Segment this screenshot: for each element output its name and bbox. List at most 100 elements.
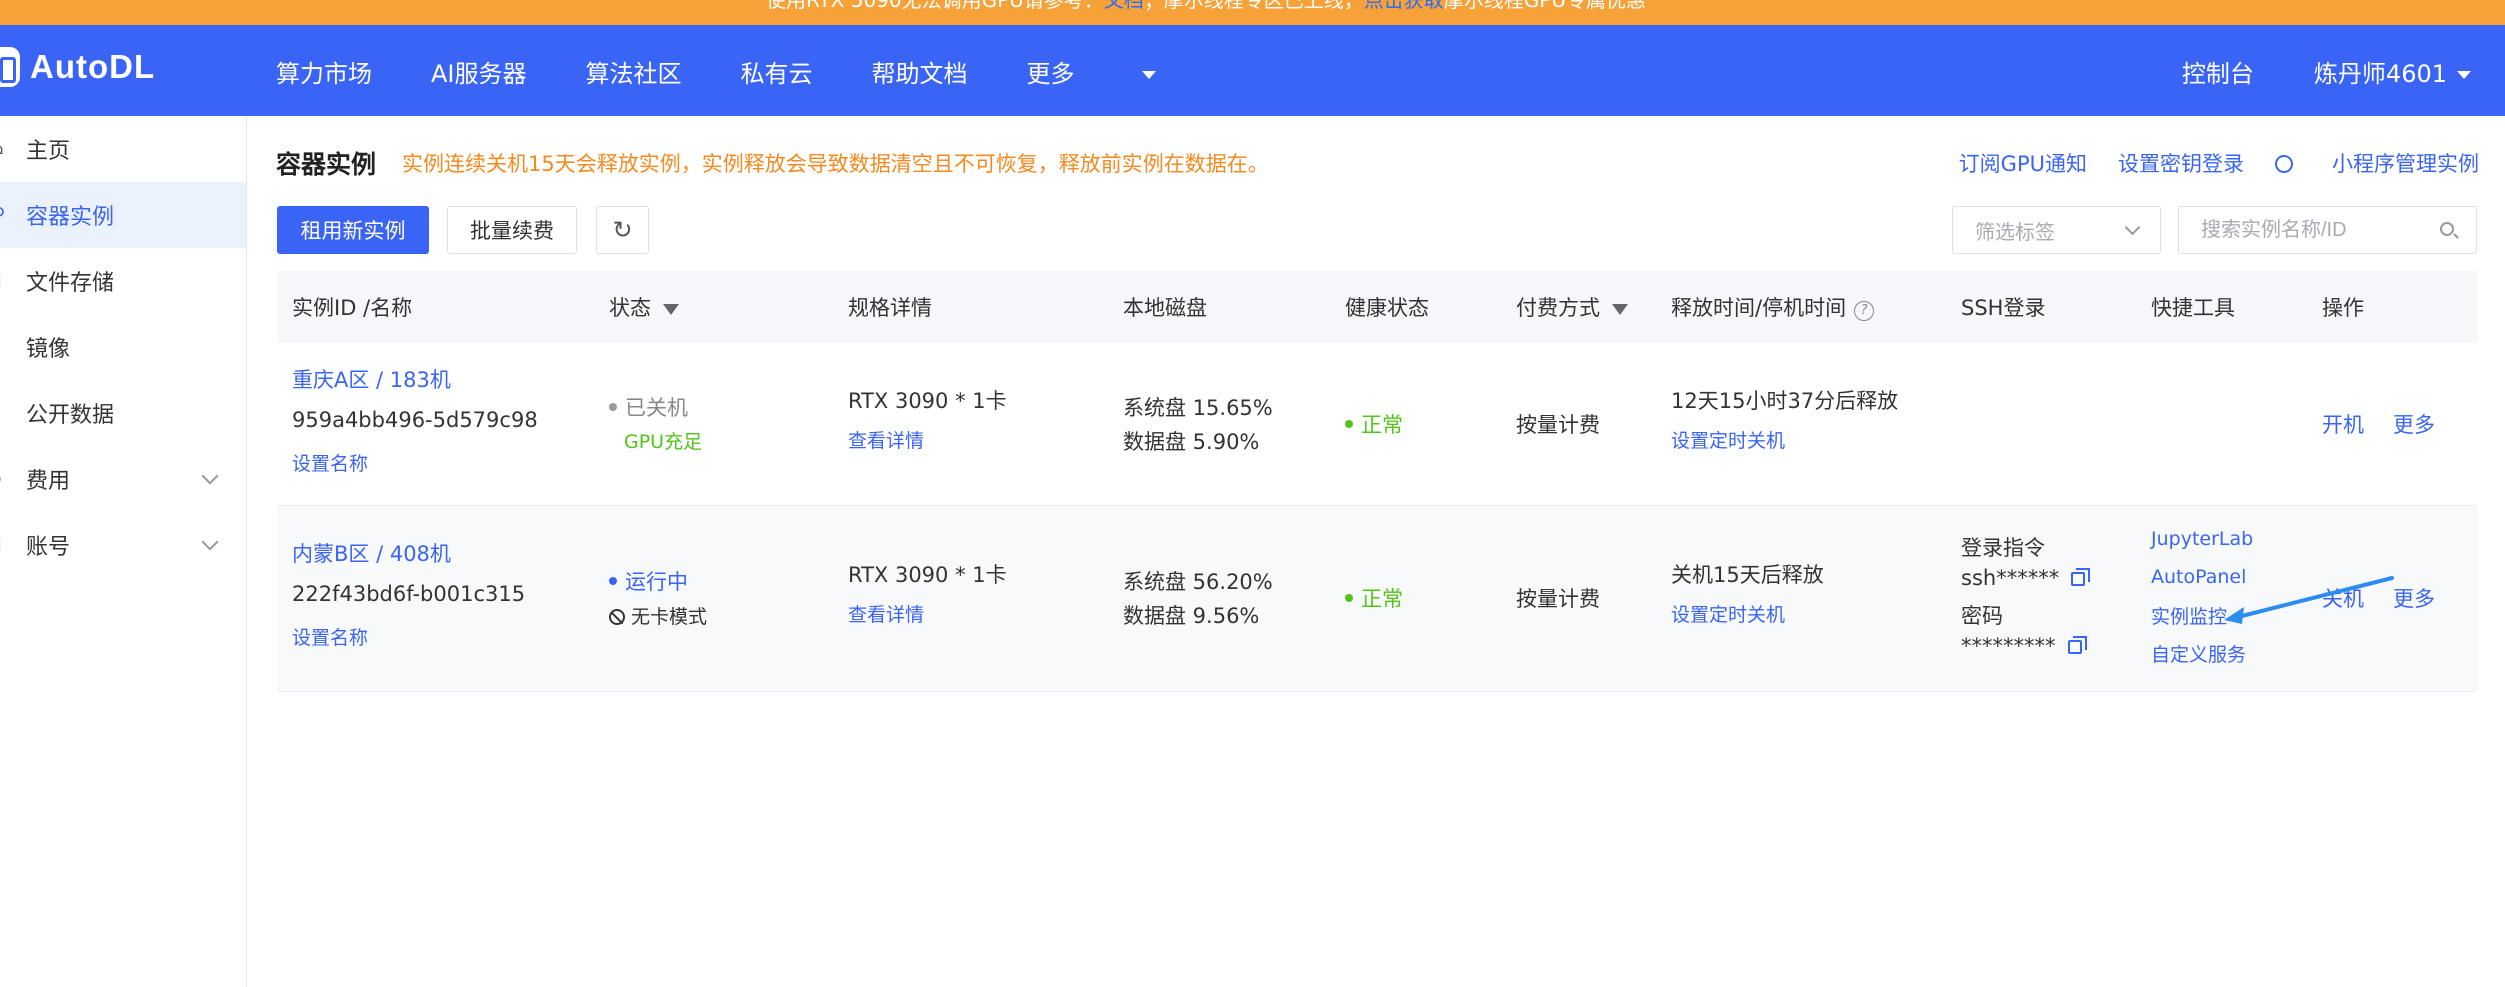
batch-renew-button[interactable]: 批量续费 <box>447 206 577 254</box>
copy-icon[interactable] <box>2067 636 2087 654</box>
tool-jupyterlab-link[interactable]: JupyterLab <box>2151 528 2253 550</box>
set-name-link[interactable]: 设置名称 <box>292 449 368 476</box>
caret-down-icon <box>1141 71 1156 79</box>
sidebar-item-label: 主页 <box>26 139 71 164</box>
tool-monitor-link[interactable]: 实例监控 <box>2151 602 2227 629</box>
password-value: ********* <box>1961 634 2056 658</box>
sidebar-item-account[interactable]: ▯ 账号 <box>0 512 246 578</box>
sidebar-item-file-storage[interactable]: ▯ 文件存储 <box>0 248 246 314</box>
instance-region-link[interactable]: 内蒙B区 / 408机 <box>292 538 451 568</box>
user-name: 炼丹师4601 <box>2313 60 2447 88</box>
data-icon: · <box>0 405 8 421</box>
console-link[interactable]: 控制台 <box>2182 54 2254 89</box>
mini-program-link[interactable]: 小程序管理实例 <box>2275 148 2479 178</box>
refresh-button[interactable]: ↻ <box>596 206 649 254</box>
set-name-link[interactable]: 设置名称 <box>292 623 368 650</box>
view-details-link[interactable]: 查看详情 <box>848 600 924 627</box>
no-gpu-icon <box>609 609 625 625</box>
sidebar-item-images[interactable]: · 镜像 <box>0 314 246 380</box>
system-disk-usage: 系统盘 56.20% <box>1123 570 1273 594</box>
nav-more-label: 更多 <box>1026 60 1075 88</box>
ssh-key-link[interactable]: 设置密钥登录 <box>2118 148 2244 178</box>
mini-program-icon <box>2275 155 2293 173</box>
status-dot-icon <box>609 577 617 585</box>
power-on-button[interactable]: 开机 <box>2322 409 2364 439</box>
banner-text: 使用RTX 5090无法调用GPU请参考： <box>766 0 1104 12</box>
instance-search-input[interactable] <box>2178 206 2477 254</box>
col-status[interactable]: 状态 <box>609 292 679 322</box>
chevron-down-icon <box>2124 219 2141 236</box>
col-disk: 本地磁盘 <box>1123 296 1207 320</box>
logo-text: AutoDL <box>30 48 156 85</box>
view-details-link[interactable]: 查看详情 <box>848 426 924 453</box>
filter-icon[interactable] <box>663 303 679 315</box>
system-disk-usage: 系统盘 15.65% <box>1123 396 1273 420</box>
set-shutdown-link[interactable]: 设置定时关机 <box>1671 600 1785 627</box>
sidebar-item-label: 文件存储 <box>26 271 115 296</box>
ssh-command: ssh****** <box>1961 566 2091 590</box>
sidebar-item-home[interactable]: ⌂ 主页 <box>0 116 246 182</box>
nav-ai-server[interactable]: AI服务器 <box>431 54 527 89</box>
password: ********* <box>1961 634 2087 658</box>
help-icon[interactable]: ? <box>1854 301 1875 321</box>
status-badge: 运行中 <box>609 566 688 596</box>
table-row: 内蒙B区 / 408机 222f43bd6f-b001c315 设置名称 运行中… <box>277 506 2477 692</box>
set-shutdown-link[interactable]: 设置定时关机 <box>1671 426 1785 453</box>
gpu-availability: GPU充足 <box>624 431 703 453</box>
status-badge: 已关机 <box>609 392 688 422</box>
pay-method: 按量计费 <box>1516 413 1600 437</box>
nav-compute-market[interactable]: 算力市场 <box>276 54 372 89</box>
col-release: 释放时间/停机时间? <box>1671 292 1875 322</box>
logo[interactable]: AutoDL <box>0 47 155 87</box>
home-icon: ⌂ <box>0 140 8 158</box>
subscribe-gpu-link[interactable]: 订阅GPU通知 <box>1959 148 2087 178</box>
status-label: 运行中 <box>625 570 688 594</box>
nav-private-cloud[interactable]: 私有云 <box>741 54 813 89</box>
nav-help-docs[interactable]: 帮助文档 <box>872 54 968 89</box>
health-dot-icon <box>1345 594 1353 602</box>
refresh-icon: ↻ <box>612 216 633 244</box>
col-pay[interactable]: 付费方式 <box>1516 292 1628 322</box>
pay-method: 按量计费 <box>1516 587 1600 611</box>
search-icon[interactable] <box>2440 222 2454 236</box>
sidebar-item-public-data[interactable]: · 公开数据 <box>0 380 246 446</box>
sidebar-item-containers[interactable]: ⚲ 容器实例 <box>0 182 246 248</box>
copy-icon[interactable] <box>2071 568 2091 586</box>
col-pay-label: 付费方式 <box>1516 296 1600 320</box>
tag-filter-select[interactable]: 筛选标签 <box>1952 206 2161 254</box>
fee-icon: ◗ <box>0 470 8 488</box>
mini-program-label: 小程序管理实例 <box>2332 152 2479 176</box>
col-ops: 操作 <box>2322 296 2364 320</box>
ssh-command-value: ssh****** <box>1961 566 2060 590</box>
sidebar-item-label: 账号 <box>26 535 71 560</box>
filter-icon[interactable] <box>1612 303 1628 315</box>
sidebar-item-fees[interactable]: ◗ 费用 <box>0 446 246 512</box>
logo-icon <box>0 47 20 87</box>
account-icon: ▯ <box>0 536 8 554</box>
tag-filter-placeholder: 筛选标签 <box>1975 219 2055 244</box>
nav-algorithm-community[interactable]: 算法社区 <box>586 54 682 89</box>
banner-doc-link[interactable]: 文档 <box>1104 0 1144 12</box>
banner-offer-link[interactable]: 点击获取 <box>1364 0 1444 12</box>
main-nav: 算力市场 AI服务器 算法社区 私有云 帮助文档 更多 <box>276 54 1215 89</box>
col-tools: 快捷工具 <box>2151 296 2235 320</box>
more-button[interactable]: 更多 <box>2393 409 2435 439</box>
gpu-mode-label: 无卡模式 <box>631 606 708 628</box>
release-time: 关机15天后释放 <box>1671 563 1824 587</box>
sidebar-item-label: 费用 <box>26 469 71 494</box>
spec-detail: RTX 3090 * 1卡 <box>848 389 1007 413</box>
health-status: 正常 <box>1345 409 1403 439</box>
tool-custom-service-link[interactable]: 自定义服务 <box>2151 640 2246 667</box>
col-status-label: 状态 <box>609 296 651 320</box>
table-row: 重庆A区 / 183机 959a4bb496-5d579c98 设置名称 已关机… <box>277 342 2477 506</box>
caret-down-icon <box>2457 71 2471 79</box>
rent-new-instance-button[interactable]: 租用新实例 <box>277 206 429 254</box>
instance-region-link[interactable]: 重庆A区 / 183机 <box>292 364 451 394</box>
file-icon: ▯ <box>0 272 8 290</box>
instance-id: 222f43bd6f-b001c315 <box>292 582 526 606</box>
nav-more[interactable]: 更多 <box>1027 54 1156 89</box>
health-label: 正常 <box>1361 413 1403 437</box>
data-disk-usage: 数据盘 5.90% <box>1123 430 1260 454</box>
ssh-command-label: 登录指令 <box>1961 536 2045 560</box>
user-menu[interactable]: 炼丹师4601 <box>2314 54 2471 89</box>
